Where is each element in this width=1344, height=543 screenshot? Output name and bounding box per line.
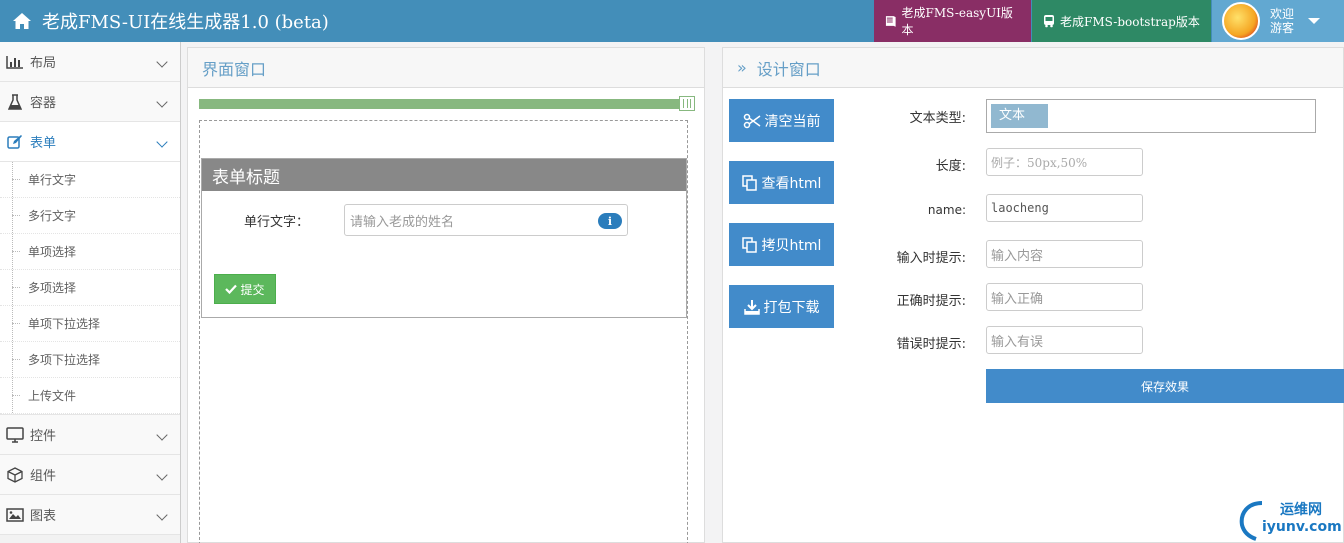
watermark-text: 运维网: [1280, 502, 1322, 518]
guest-name: 游客: [1270, 21, 1295, 35]
sidebar-item-charts[interactable]: 图表: [0, 495, 180, 535]
site-watermark: 运维网 iyunv.com: [1238, 497, 1342, 543]
submenu-item-multi-choice[interactable]: 多项选择: [0, 270, 180, 306]
chevron-down-icon: [156, 469, 168, 481]
sidebar-item-label: 容器: [30, 96, 57, 111]
slider-handle[interactable]: [679, 96, 695, 111]
type-label: 文本类型:: [909, 111, 966, 126]
flask-icon: [4, 93, 26, 111]
sidebar-item-label: 控件: [30, 429, 57, 444]
design-panel-title: 设计窗口: [756, 59, 821, 79]
submenu-item-single-dropdown[interactable]: 单项下拉选择: [0, 306, 180, 342]
width-slider[interactable]: [199, 96, 695, 111]
sidebar-item-container[interactable]: 容器: [0, 82, 180, 122]
submenu-item-multi-dropdown[interactable]: 多项下拉选择: [0, 342, 180, 378]
cube-icon: [4, 466, 26, 484]
welcome-text: 欢迎 游客: [1270, 7, 1294, 35]
submenu-item-multi-line-text[interactable]: 多行文字: [0, 198, 180, 234]
design-panel-header: » 设计窗口: [723, 48, 1343, 88]
chevron-down-icon: [156, 509, 168, 521]
info-icon[interactable]: i: [598, 213, 622, 229]
caret-down-icon: [1308, 18, 1321, 24]
length-input[interactable]: 例子：50px,50%: [986, 148, 1143, 176]
form-title[interactable]: 表单标题: [202, 159, 686, 191]
submenu-item-single-line-text[interactable]: 单行文字: [0, 162, 180, 198]
home-icon: [13, 13, 31, 29]
type-select[interactable]: 文本: [986, 99, 1316, 133]
book-icon: [885, 16, 896, 27]
app-brand[interactable]: 老成FMS-UI在线生成器1.0 (beta): [12, 0, 329, 42]
sidebar-item-form[interactable]: 表单: [0, 122, 180, 162]
clear-current-label: 清空当前: [764, 113, 821, 130]
copy-icon: [741, 174, 757, 191]
nav-easyui-label: 老成FMS-easyUI版本: [901, 6, 1013, 37]
name-label: name:: [927, 203, 966, 217]
sidebar: 布局 容器 表单 单行文字 多行文字 单项选择 多项选择 单项下拉选择 多项下拉…: [0, 42, 181, 543]
view-html-button[interactable]: 查看html: [729, 161, 834, 204]
sidebar-item-label: 组件: [30, 469, 57, 484]
design-canvas[interactable]: 表单标题 单行文字： 请输入老成的姓名 i 提交: [199, 120, 688, 543]
chevron-down-icon: [156, 429, 168, 441]
package-download-button[interactable]: 打包下载: [729, 285, 834, 328]
chevron-down-icon: [156, 56, 168, 68]
view-html-label: 查看html: [761, 175, 822, 192]
nav-easyui-version[interactable]: 老成FMS-easyUI版本: [874, 0, 1031, 42]
field-label: 单行文字：: [244, 215, 310, 230]
submenu-item-single-choice[interactable]: 单项选择: [0, 234, 180, 270]
correct-hint-field[interactable]: 输入正确: [986, 283, 1143, 311]
nav-bootstrap-version[interactable]: 老成FMS-bootstrap版本: [1032, 0, 1211, 42]
bus-icon: [1044, 15, 1054, 28]
design-panel: » 设计窗口 清空当前 查看html 拷贝html 打包下载 文本类型: 文本 …: [722, 47, 1344, 543]
length-label: 长度:: [935, 159, 966, 174]
desktop-icon: [4, 426, 26, 444]
bar-chart-icon: [4, 53, 26, 71]
type-tag[interactable]: 文本: [991, 104, 1048, 128]
name-field[interactable]: laocheng: [986, 194, 1143, 222]
sidebar-item-layout[interactable]: 布局: [0, 42, 180, 82]
sidebar-item-label: 图表: [30, 509, 57, 524]
top-navbar: 老成FMS-UI在线生成器1.0 (beta) 老成FMS-easyUI版本 老…: [0, 0, 1344, 42]
correct-hint-label: 正确时提示:: [896, 294, 966, 309]
chevron-down-icon: [156, 136, 168, 148]
nav-bootstrap-label: 老成FMS-bootstrap版本: [1060, 14, 1200, 29]
copy-icon: [741, 236, 757, 253]
sidebar-item-label: 布局: [30, 56, 57, 71]
app-title: 老成FMS-UI在线生成器1.0 (beta): [42, 12, 329, 33]
name-input-placeholder: 请输入老成的姓名: [350, 214, 455, 230]
scissors-icon: [743, 113, 760, 128]
submenu-item-file-upload[interactable]: 上传文件: [0, 378, 180, 414]
package-download-label: 打包下载: [763, 299, 820, 316]
user-menu[interactable]: 欢迎 游客: [1212, 0, 1344, 42]
name-input[interactable]: 请输入老成的姓名 i: [344, 204, 628, 236]
chevron-down-icon: [156, 96, 168, 108]
avatar: [1222, 2, 1260, 40]
error-hint-label: 错误时提示:: [896, 337, 966, 352]
copy-html-button[interactable]: 拷贝html: [729, 223, 834, 266]
sidebar-item-components[interactable]: 组件: [0, 455, 180, 495]
watermark-domain: iyunv.com: [1262, 519, 1342, 535]
check-icon: [225, 284, 238, 294]
copy-html-label: 拷贝html: [761, 237, 822, 254]
clear-current-button[interactable]: 清空当前: [729, 99, 834, 142]
interface-panel: 界面窗口 表单标题 单行文字： 请输入老成的姓名 i 提交: [187, 47, 705, 543]
form-submenu: 单行文字 多行文字 单项选择 多项选择 单项下拉选择 多项下拉选择 上传文件: [0, 162, 180, 415]
error-hint-field[interactable]: 输入有误: [986, 326, 1143, 354]
input-hint-label: 输入时提示:: [896, 251, 966, 266]
save-effect-button[interactable]: 保存效果: [986, 369, 1344, 403]
input-hint-field[interactable]: 输入内容: [986, 240, 1143, 268]
sidebar-item-controls[interactable]: 控件: [0, 415, 180, 455]
edit-icon: [4, 133, 26, 151]
form-preview[interactable]: 表单标题 单行文字： 请输入老成的姓名 i 提交: [201, 158, 687, 318]
submit-button[interactable]: 提交: [214, 274, 276, 304]
welcome-line: 欢迎: [1270, 7, 1295, 21]
download-icon: [743, 299, 760, 315]
sidebar-item-label: 表单: [30, 136, 57, 151]
interface-panel-title: 界面窗口: [188, 48, 704, 88]
double-chevron-icon: »: [737, 58, 747, 77]
submit-label: 提交: [240, 282, 265, 297]
picture-icon: [4, 506, 26, 524]
